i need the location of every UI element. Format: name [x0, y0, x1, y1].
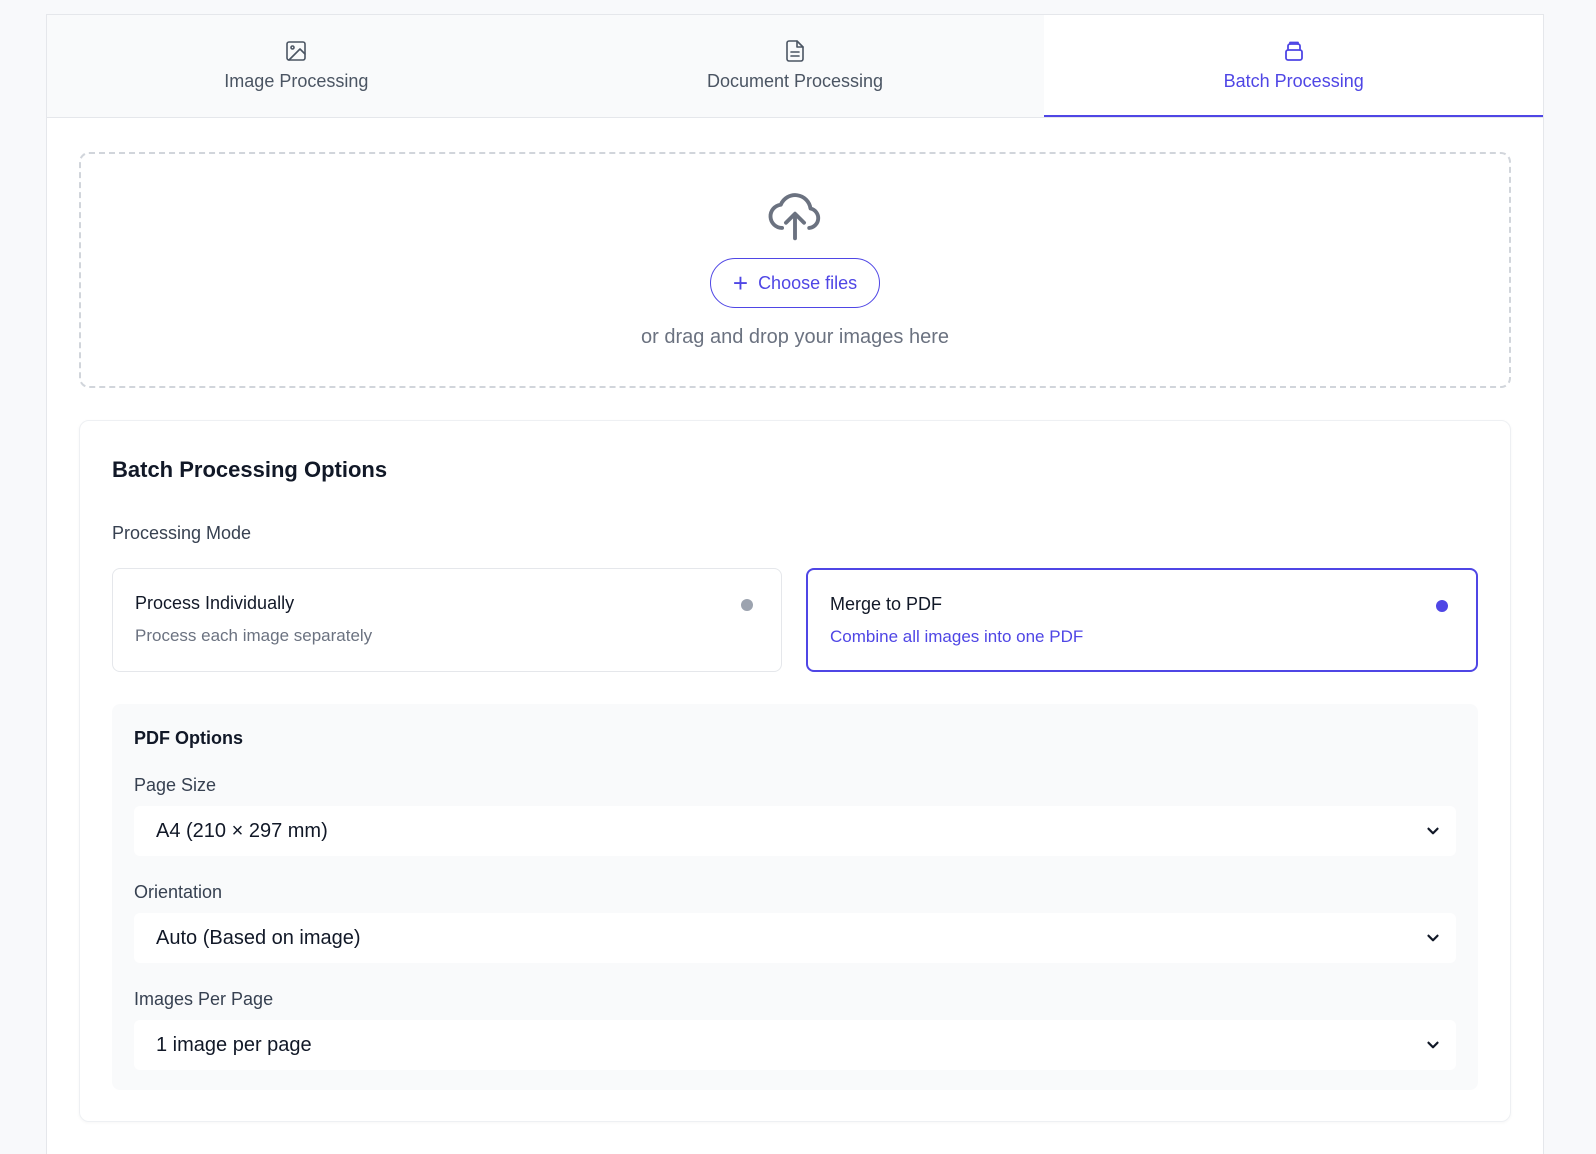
layers-icon	[1284, 41, 1303, 61]
chevron-down-icon	[1427, 934, 1439, 942]
mode-merge-to-pdf[interactable]: Merge to PDF Combine all images into one…	[806, 568, 1478, 672]
page-size-value: A4 (210 × 297 mm)	[156, 819, 328, 842]
tab-bar: Image Processing Document Processing Bat…	[47, 15, 1544, 118]
orientation-select[interactable]: Auto (Based on image)	[134, 913, 1456, 963]
orientation-value: Auto (Based on image)	[156, 926, 361, 949]
drop-hint: or drag and drop your images here	[641, 326, 949, 348]
document-icon	[786, 39, 804, 62]
radio-indicator	[741, 599, 753, 611]
processing-mode-label: Processing Mode	[112, 523, 252, 543]
tab-label: Batch Processing	[1223, 70, 1364, 91]
mode-description: Process each image separately	[135, 626, 373, 645]
page-size-select[interactable]: A4 (210 × 297 mm)	[134, 806, 1456, 856]
tab-batch-processing[interactable]: Batch Processing	[1044, 15, 1544, 117]
mode-description: Combine all images into one PDF	[830, 627, 1084, 646]
processing-mode-group: Process Individually Process each image …	[112, 568, 1478, 672]
options-title: Batch Processing Options	[112, 457, 388, 482]
radio-indicator	[1436, 600, 1448, 612]
chevron-down-icon	[1427, 827, 1439, 835]
batch-options-card: Batch Processing Options Processing Mode…	[79, 420, 1511, 1122]
tab-image-processing[interactable]: Image Processing	[47, 15, 546, 117]
pdf-options-title: PDF Options	[134, 728, 243, 748]
chevron-down-icon	[1427, 1041, 1439, 1049]
cloud-upload-icon	[768, 193, 821, 241]
image-icon	[286, 40, 307, 61]
choose-files-label: Choose files	[758, 272, 858, 293]
tab-content: + Choose files or drag and drop your ima…	[47, 118, 1543, 1122]
orientation-label: Orientation	[134, 882, 223, 902]
mode-title: Merge to PDF	[830, 594, 943, 614]
choose-files-button[interactable]: + Choose files	[709, 258, 881, 308]
pdf-options-panel: PDF Options Page Size A4 (210 × 297 mm) …	[112, 704, 1478, 1090]
plus-icon: +	[732, 268, 749, 298]
tab-label: Image Processing	[224, 70, 369, 91]
images-per-page-value: 1 image per page	[156, 1033, 312, 1056]
images-per-page-select[interactable]: 1 image per page	[134, 1020, 1456, 1070]
mode-title: Process Individually	[135, 593, 295, 613]
app-panel: Image Processing Document Processing Bat…	[46, 14, 1544, 1154]
page-size-label: Page Size	[134, 775, 217, 795]
mode-process-individually[interactable]: Process Individually Process each image …	[112, 568, 782, 672]
tab-document-processing[interactable]: Document Processing	[546, 15, 1045, 117]
images-per-page-label: Images Per Page	[134, 989, 274, 1009]
tab-label: Document Processing	[706, 70, 884, 91]
file-dropzone[interactable]: + Choose files or drag and drop your ima…	[79, 152, 1511, 388]
